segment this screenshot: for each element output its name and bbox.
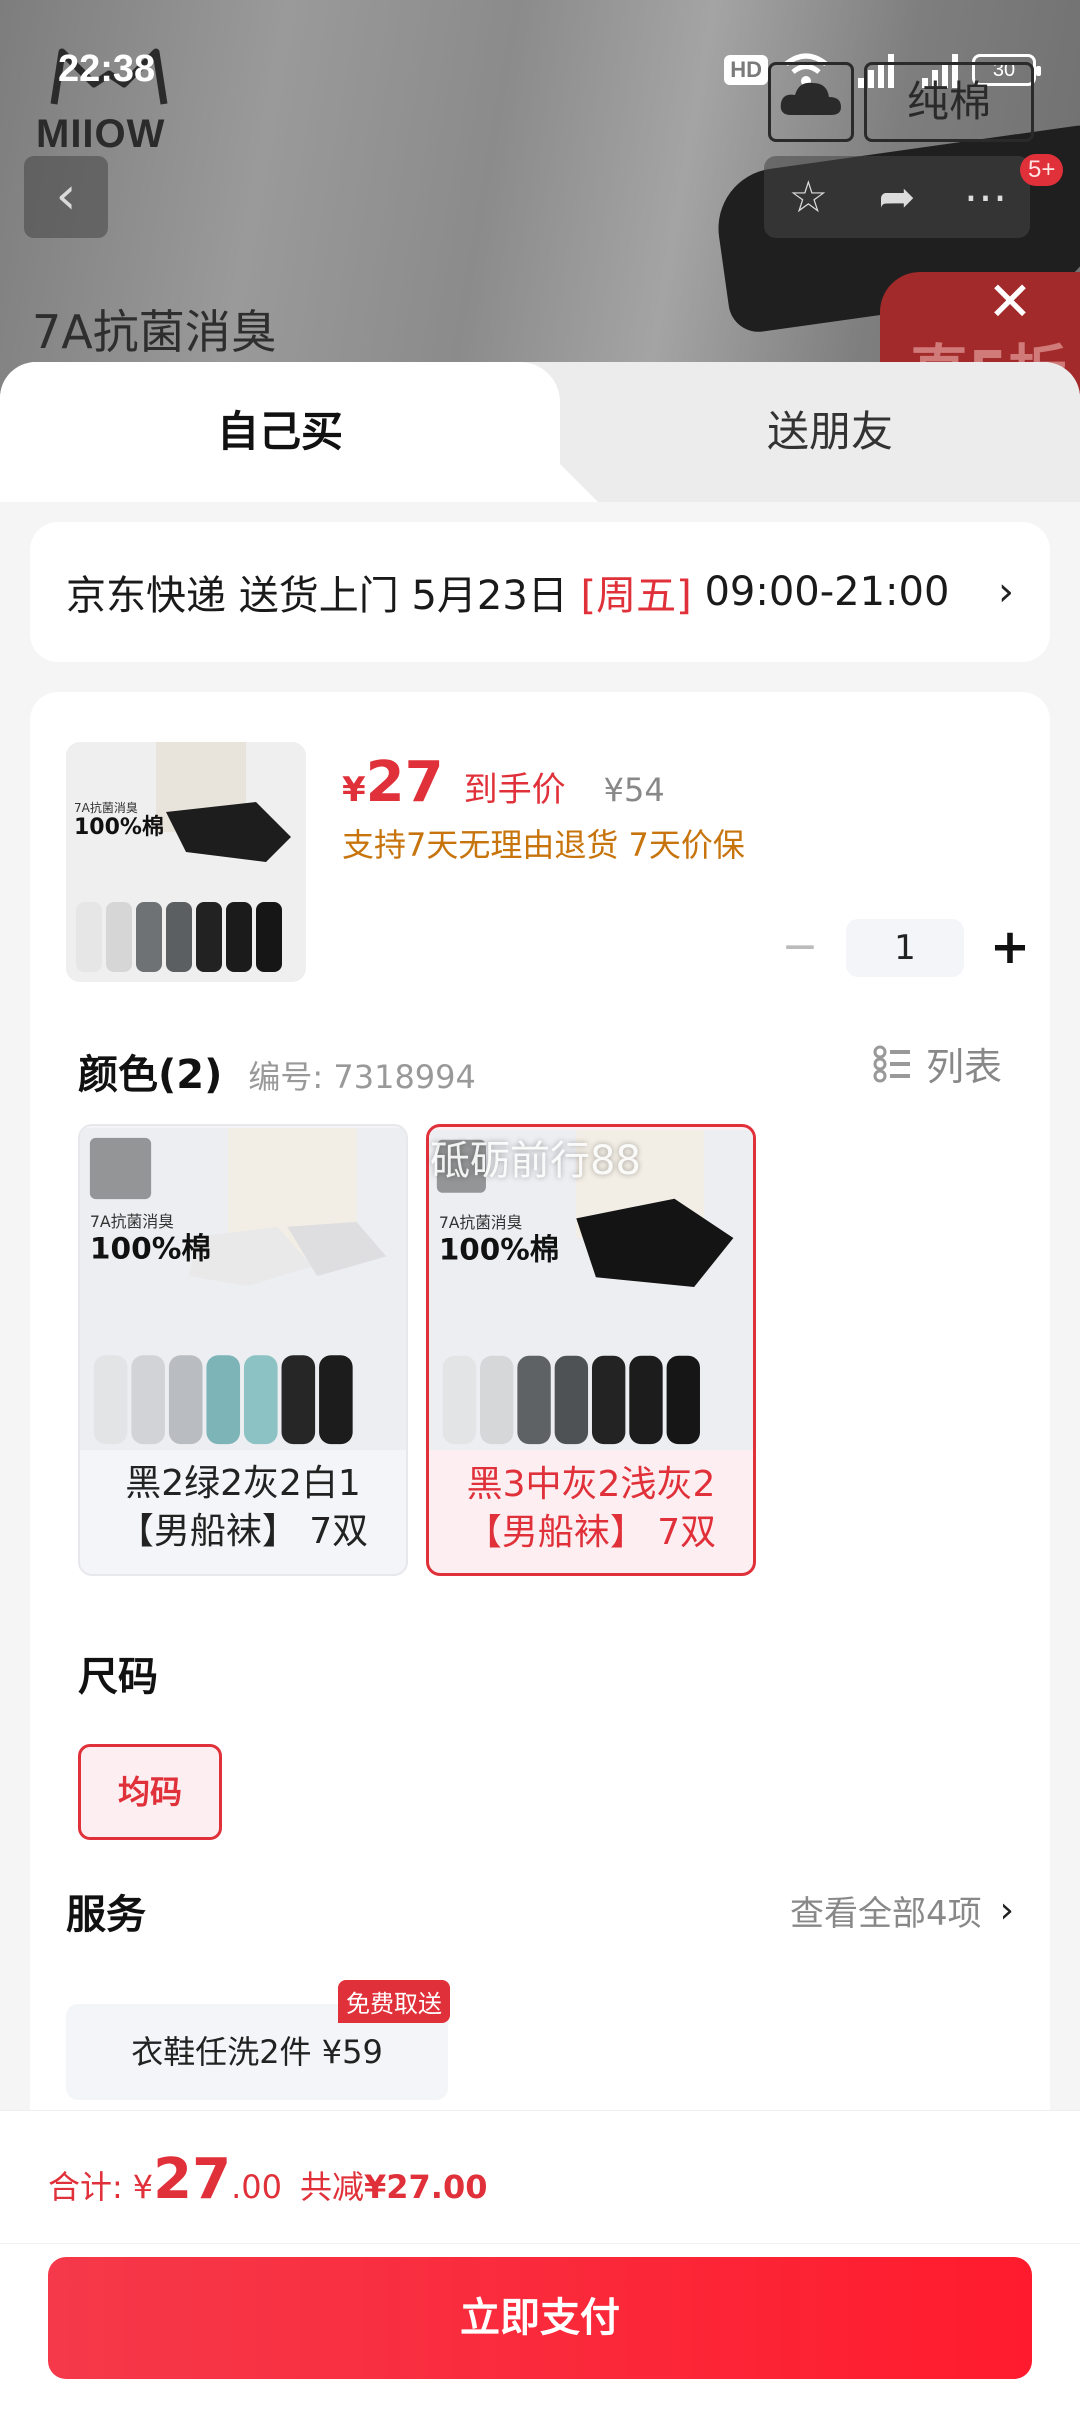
service-view-all[interactable]: 查看全部4项 › [790,1886,1014,1935]
svg-text:100%棉: 100%棉 [439,1233,559,1267]
pay-now-button[interactable]: 立即支付 [48,2257,1032,2379]
color-option-1-line2: 【男船袜】 7双 [117,1511,369,1552]
original-price: ¥54 [603,771,665,809]
service-view-all-label: 查看全部4项 [789,1894,982,1934]
back-button[interactable]: ‹ [24,156,108,238]
color-option-2[interactable]: 7A抗菌消臭 100%棉 黑3中灰2浅灰2 【男船袜】 7双 [426,1124,756,1576]
total-decimal: .00 [231,2168,282,2206]
product-code: 编号: 7318994 [248,1058,476,1096]
price-label: 到手价 [463,770,566,810]
list-view-label: 列表 [925,1045,1002,1089]
discount-label: 共减 [299,2168,364,2206]
delivery-time-range: 09:00-21:00 [704,569,950,615]
total-label: 合计: [48,2168,123,2206]
order-total: 合计: ¥ 27 .00 共减 ¥27.00 [48,2147,487,2212]
sku-card: 7A抗菌消臭 100%棉 ¥ 27 到手价 ¥54 支持7天无理由退货 7天价保… [30,692,1050,2142]
delivery-date: 5月23日 [411,573,568,619]
tab-gift-to-friend[interactable]: 送朋友 [580,362,1080,502]
color-option-1-line1: 黑2绿2灰2白1 [125,1463,361,1504]
free-pickup-badge: 免费取送 [338,1980,450,2023]
quantity-input[interactable]: 1 [846,919,964,977]
svg-text:7A抗菌消臭: 7A抗菌消臭 [439,1213,522,1232]
color-option-1-image: 7A抗菌消臭 100%棉 [80,1127,406,1451]
list-view-toggle[interactable]: 列表 [872,1036,1002,1091]
user-watermark: 砥砺前行88 [430,1138,641,1184]
total-integer: 27 [153,2147,232,2212]
svg-text:7A抗菌消臭: 7A抗菌消臭 [90,1212,174,1231]
quantity-stepper: − 1 + [770,918,1040,978]
price-value: 27 [365,750,444,815]
delivery-carrier: 京东快递 [66,573,226,619]
size-option-one-size[interactable]: 均码 [78,1744,222,1840]
price-line: ¥ 27 到手价 ¥54 [342,750,665,815]
svg-text:7A抗菌消臭: 7A抗菌消臭 [74,800,138,815]
chevron-right-icon: › [999,1890,1014,1931]
return-policy: 支持7天无理由退货 7天价保 [342,826,745,864]
more-icon[interactable]: ⋯ [951,162,1021,232]
share-icon[interactable]: ➦ [862,162,932,232]
color-option-2-line2: 【男船袜】 7双 [465,1512,717,1553]
cotton-chip: 纯棉 [864,62,1034,142]
top-action-group: ☆ ➦ ⋯ [764,156,1030,238]
checkout-bar: 合计: ¥ 27 .00 共减 ¥27.00 立即支付 [0,2110,1080,2412]
cloud-icon [768,62,854,142]
color-title: 颜色(2) [78,1052,223,1098]
total-currency: ¥ [132,2168,154,2206]
svg-text:100%棉: 100%棉 [90,1230,211,1265]
color-option-2-line1: 黑3中灰2浅灰2 [466,1464,716,1505]
divider [0,2243,1080,2244]
hd-icon: HD [724,55,768,85]
color-option-1-label: 黑2绿2灰2白1 【男船袜】 7双 [80,1460,406,1556]
price-currency: ¥ [342,770,366,810]
tab-buy-for-self[interactable]: 自己买 [0,362,560,504]
close-icon[interactable]: ✕ [980,272,1040,332]
discount-value: ¥27.00 [364,2168,488,2206]
chevron-right-icon: › [998,569,1014,615]
purchase-tabs: 自己买 送朋友 [0,362,1080,504]
decrease-quantity-button[interactable]: − [770,918,830,978]
color-option-1[interactable]: 7A抗菌消臭 100%棉 黑2绿2灰2白1 【男船袜】 7双 [78,1124,408,1576]
size-title: 尺码 [78,1654,158,1700]
delivery-card[interactable]: 京东快递 送货上门 5月23日 [周五] 09:00-21:00 › [30,522,1050,662]
increase-quantity-button[interactable]: + [980,918,1040,978]
notification-badge: 5+ [1020,154,1064,186]
favorite-star-icon[interactable]: ☆ [773,162,843,232]
product-thumbnail[interactable]: 7A抗菌消臭 100%棉 [66,742,306,982]
banner-headline: 7A抗菌消臭 [32,305,277,359]
color-option-2-label: 黑3中灰2浅灰2 【男船袜】 7双 [429,1461,753,1557]
delivery-weekday: [周五] [580,573,692,619]
delivery-method: 送货上门 [238,573,399,619]
status-time: 22:38 [58,48,156,90]
svg-text:100%棉: 100%棉 [74,814,164,840]
list-view-icon [873,1045,910,1082]
brand-wordmark: MIIOW [36,112,166,156]
color-section-header: 颜色(2) 编号: 7318994 [78,1042,476,1100]
purchase-sheet: 自己买 送朋友 京东快递 送货上门 5月23日 [周五] 09:00-21:00… [0,362,1080,2412]
service-title: 服务 [66,1892,146,1938]
